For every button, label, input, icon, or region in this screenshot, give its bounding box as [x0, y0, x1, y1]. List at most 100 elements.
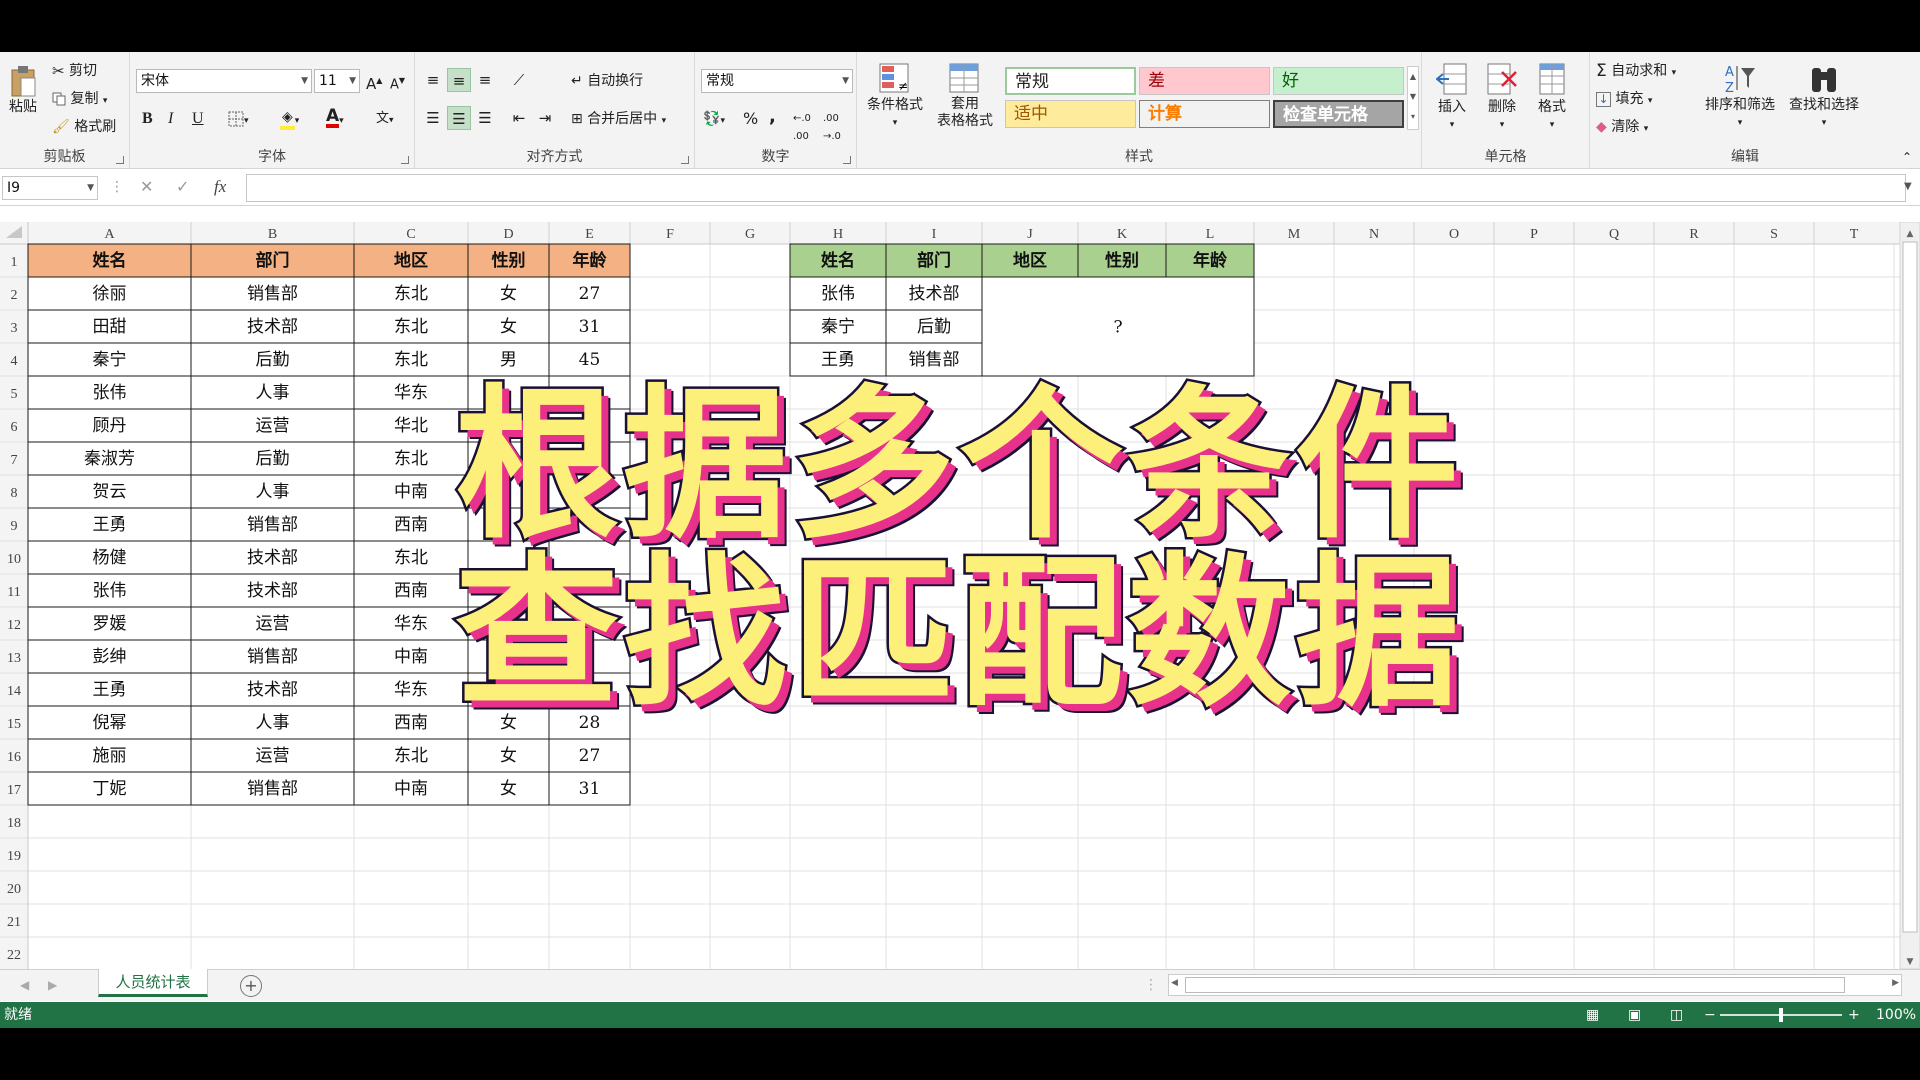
table1-cell[interactable]: 27 — [579, 746, 601, 766]
table1-cell[interactable]: 西南 — [394, 515, 428, 535]
table1-cell[interactable]: 后勤 — [256, 449, 290, 469]
scroll-left-icon[interactable]: ◀ — [1171, 978, 1178, 988]
table2-header-1[interactable]: 部门 — [917, 250, 951, 271]
table2-header-4[interactable]: 年龄 — [1193, 250, 1228, 271]
align-left-icon[interactable]: ☰ — [421, 106, 445, 130]
worksheet-grid[interactable]: A B C D E F G H I J K L M N O P Q R S T12345678910111213141… — [0, 222, 1920, 969]
tab-splitter-icon[interactable]: ⋮ — [1144, 976, 1158, 994]
row-header-13[interactable]: 13 — [7, 651, 21, 666]
row-header-2[interactable]: 2 — [11, 288, 18, 303]
row-header-4[interactable]: 4 — [11, 354, 18, 369]
format-painter-button[interactable]: 🖌 格式刷 — [52, 118, 116, 136]
table1-cell[interactable]: 秦宁 — [93, 350, 127, 370]
table1-cell[interactable]: 31 — [579, 317, 601, 337]
vertical-scroll-thumb[interactable] — [1902, 241, 1918, 933]
add-sheet-icon[interactable]: + — [240, 975, 262, 997]
column-header-S[interactable]: S — [1770, 227, 1778, 242]
row-header-5[interactable]: 5 — [11, 387, 18, 402]
table1-cell[interactable]: 运营 — [256, 614, 290, 634]
table1-cell[interactable]: 东北 — [394, 746, 428, 766]
format-button[interactable]: 格式 ▾ — [1530, 62, 1574, 134]
column-header-I[interactable]: I — [932, 227, 937, 242]
table1-cell[interactable]: 技术部 — [247, 680, 298, 700]
row-header-19[interactable]: 19 — [7, 849, 21, 864]
table1-cell[interactable]: 西南 — [394, 713, 428, 733]
table1-cell[interactable]: 技术部 — [247, 581, 298, 601]
style-neutral[interactable]: 适中 — [1005, 100, 1136, 128]
table1-cell[interactable]: 罗媛 — [93, 614, 127, 634]
table1-cell[interactable]: 东北 — [394, 548, 428, 568]
format-as-table-button[interactable]: 套用 表格格式 — [929, 62, 1001, 130]
table1-cell[interactable]: 华东 — [394, 680, 428, 700]
orientation-icon[interactable]: ⟋ — [507, 68, 531, 92]
autosum-button[interactable]: Σ 自动求和 ▾ — [1596, 62, 1676, 82]
table1-header-2[interactable]: 地区 — [394, 250, 428, 271]
scroll-right-icon[interactable]: ▶ — [1892, 978, 1899, 988]
styles-scroll-icon[interactable]: ▲ ▼ ▾ — [1407, 66, 1419, 130]
row-header-3[interactable]: 3 — [11, 321, 18, 336]
table1-cell[interactable]: 贺云 — [93, 482, 127, 502]
table1-cell[interactable]: 倪幂 — [93, 713, 127, 733]
row-header-1[interactable]: 1 — [11, 255, 18, 270]
table1-cell[interactable]: 女 — [500, 284, 517, 304]
column-header-M[interactable]: M — [1288, 227, 1301, 242]
scroll-down-icon[interactable]: ▼ — [1907, 957, 1914, 967]
page-break-icon[interactable]: ◫ — [1670, 1002, 1683, 1028]
align-right-icon[interactable]: ☰ — [473, 106, 497, 130]
table1-cell[interactable]: 杨健 — [93, 548, 127, 568]
column-header-D[interactable]: D — [503, 227, 513, 242]
table1-cell[interactable]: 华东 — [394, 383, 428, 403]
style-bad[interactable]: 差 — [1139, 67, 1270, 95]
table1-cell[interactable]: 东北 — [394, 317, 428, 337]
table2-header-3[interactable]: 性别 — [1105, 250, 1139, 271]
zoom-level[interactable]: 100% — [1876, 1002, 1916, 1028]
table1-cell[interactable]: 销售部 — [247, 284, 298, 304]
font-size-select[interactable]: 11 ▼ — [314, 69, 360, 93]
row-header-10[interactable]: 10 — [7, 552, 21, 567]
table1-cell[interactable]: 后勤 — [256, 350, 290, 370]
insert-function-icon[interactable]: fx — [214, 178, 226, 196]
number-format-select[interactable]: 常规 ▼ — [701, 69, 853, 93]
table1-cell[interactable]: 销售部 — [247, 779, 298, 799]
table2-header-0[interactable]: 姓名 — [821, 250, 855, 271]
comma-button[interactable]: , — [769, 108, 776, 126]
number-launcher-icon[interactable] — [843, 156, 851, 164]
percent-button[interactable]: % — [743, 110, 758, 128]
scroll-up-icon[interactable]: ▲ — [1907, 229, 1914, 239]
italic-button[interactable]: I — [168, 110, 173, 128]
table1-cell[interactable]: 运营 — [256, 416, 290, 436]
table1-cell[interactable]: 华北 — [394, 416, 428, 436]
table1-cell[interactable]: 人事 — [256, 713, 290, 733]
cut-button[interactable]: ✂ 剪切 — [52, 62, 97, 80]
font-launcher-icon[interactable] — [401, 156, 409, 164]
table1-cell[interactable]: 31 — [579, 779, 601, 799]
underline-button[interactable]: U — [192, 110, 204, 128]
column-header-T[interactable]: T — [1850, 227, 1859, 242]
style-good[interactable]: 好 — [1273, 67, 1404, 95]
style-calculation[interactable]: 计算 — [1139, 100, 1270, 128]
table1-cell[interactable]: 施丽 — [93, 746, 127, 766]
table1-cell[interactable]: 女 — [500, 746, 517, 766]
delete-button[interactable]: 删除 ▾ — [1480, 62, 1524, 134]
zoom-in-icon[interactable]: + — [1848, 1002, 1860, 1028]
table1-cell[interactable]: 西南 — [394, 581, 428, 601]
sheet-tab-active[interactable]: 人员统计表 — [98, 969, 208, 997]
horizontal-scrollbar[interactable]: ◀ ▶ — [1168, 974, 1902, 996]
fill-button[interactable]: ↓ 填充 ▾ — [1596, 90, 1652, 110]
increase-decimal-icon[interactable]: ←.0.00 — [793, 110, 811, 146]
align-center-icon[interactable]: ☰ — [447, 106, 471, 130]
align-bottom-icon[interactable]: ≡ — [473, 68, 497, 92]
enter-icon[interactable]: ✓ — [176, 178, 189, 196]
increase-font-button[interactable]: A▲ — [366, 72, 382, 93]
zoom-out-icon[interactable]: − — [1704, 1002, 1716, 1028]
table1-cell[interactable]: 销售部 — [247, 647, 298, 667]
row-header-7[interactable]: 7 — [11, 453, 18, 468]
row-header-21[interactable]: 21 — [7, 915, 21, 930]
column-header-N[interactable]: N — [1369, 227, 1379, 242]
horizontal-scroll-thumb[interactable] — [1185, 977, 1845, 993]
page-layout-icon[interactable]: ▣ — [1628, 1002, 1641, 1028]
row-header-22[interactable]: 22 — [7, 948, 21, 963]
bold-button[interactable]: B — [142, 110, 153, 128]
column-header-F[interactable]: F — [666, 227, 674, 242]
column-header-B[interactable]: B — [268, 227, 277, 242]
